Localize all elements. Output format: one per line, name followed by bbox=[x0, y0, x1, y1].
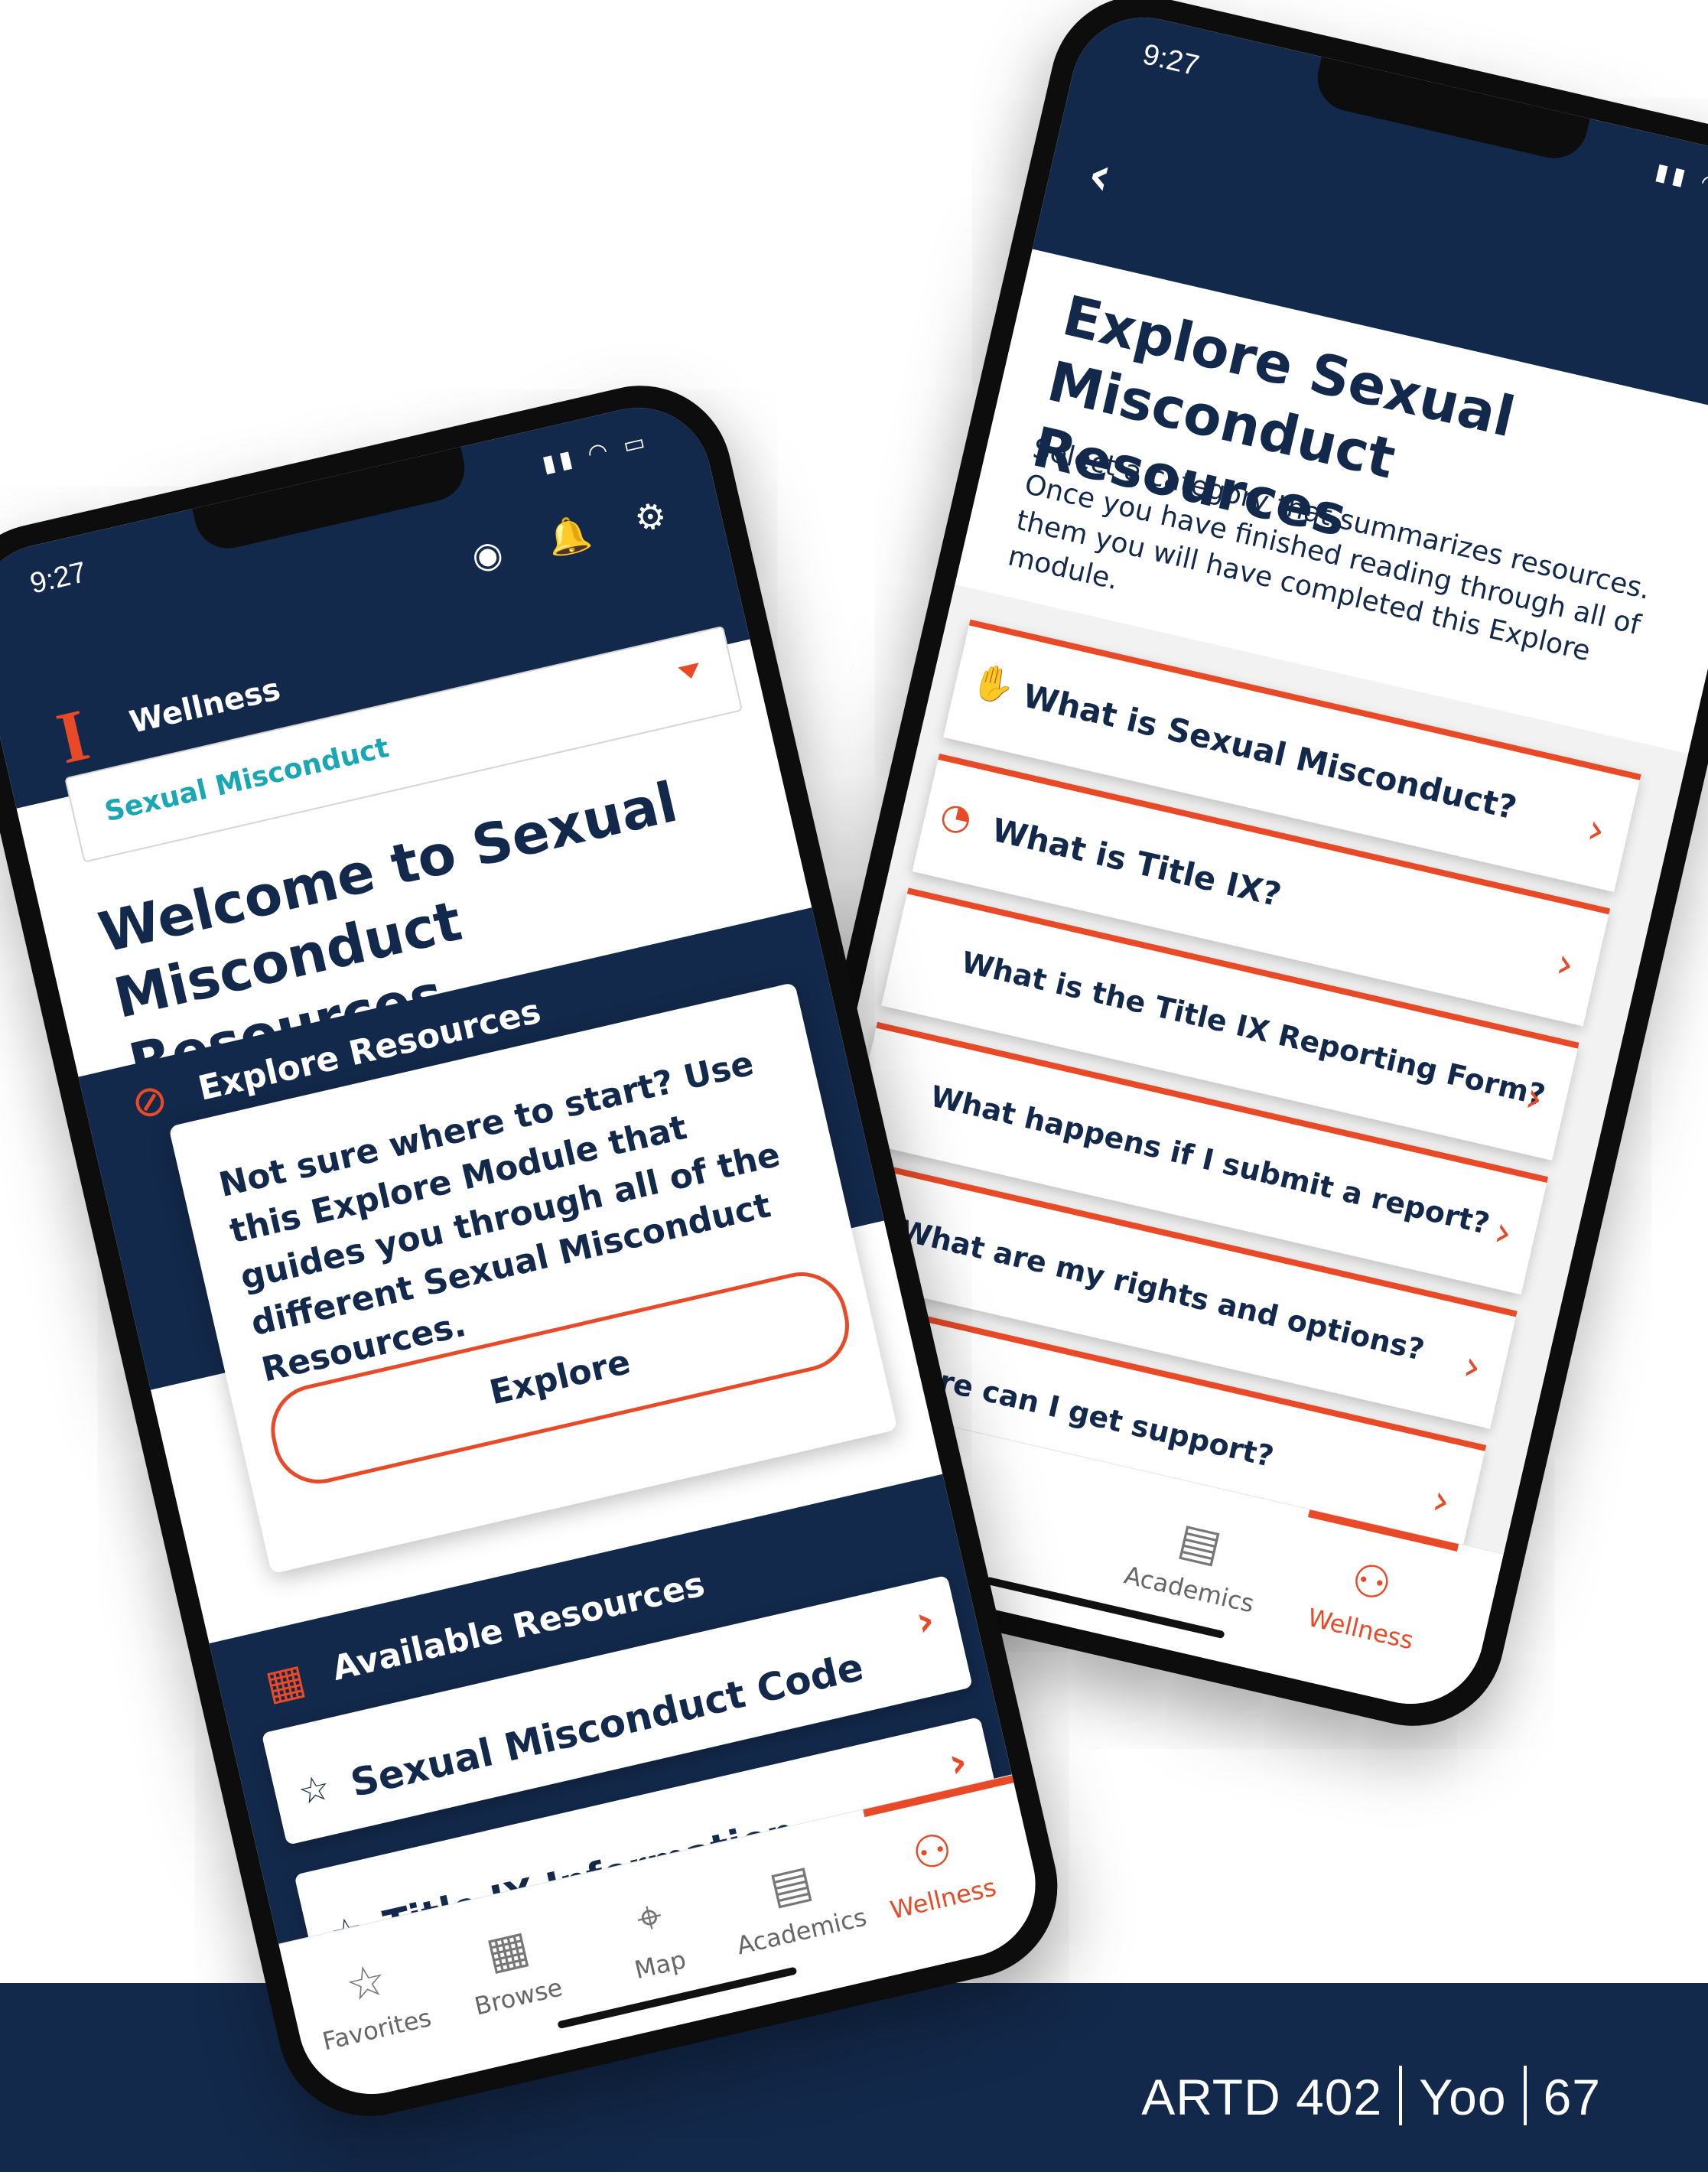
chevron-right-icon: › bbox=[911, 1595, 939, 1646]
header-actions: ◉ 🔔 ⚙ bbox=[433, 493, 670, 587]
tab-academics[interactable]: ▤ Academics bbox=[1119, 1502, 1273, 1620]
chevron-right-icon: › bbox=[1427, 1475, 1456, 1526]
tab-favorites[interactable]: ☆ Favorites bbox=[293, 1942, 447, 2060]
footer-divider bbox=[1399, 2066, 1403, 2125]
footer-author: Yoo bbox=[1419, 2069, 1507, 2125]
footer-course: ARTD 402 bbox=[1141, 2069, 1383, 2125]
footer-divider bbox=[1523, 2066, 1527, 2125]
app-title: Wellness bbox=[126, 671, 284, 741]
status-icons: ▮▮ ◠ ▭ bbox=[539, 427, 652, 479]
bell-icon[interactable]: 🔔 bbox=[542, 511, 594, 562]
clock-icon: ◔ bbox=[936, 793, 976, 840]
hand-icon: ✋ bbox=[968, 658, 1020, 709]
tab-map[interactable]: ⌖ Map bbox=[576, 1876, 730, 1994]
chevron-right-icon: › bbox=[944, 1737, 972, 1788]
chevron-right-icon: › bbox=[1551, 938, 1579, 989]
status-time: 9:27 bbox=[27, 556, 90, 601]
chevron-right-icon: › bbox=[1583, 804, 1610, 855]
map-pin-icon: ⌖ bbox=[631, 1889, 668, 1946]
grid-icon: ▦ bbox=[260, 1654, 310, 1710]
phone-screen: 9:27 ▮▮ ◠ ▭ I Wellness ◉ 🔔 ⚙ Sexual Misc… bbox=[0, 392, 1050, 2109]
tab-wellness[interactable]: ⚇ Wellness bbox=[1290, 1541, 1444, 1659]
tab-label: Map bbox=[631, 1945, 689, 1985]
caret-down-icon bbox=[678, 663, 702, 682]
illinois-logo: I bbox=[49, 692, 96, 780]
footer-credit: ARTD 402 Yoo 67 bbox=[1141, 2066, 1601, 2126]
back-button[interactable]: ‹ bbox=[1082, 142, 1118, 208]
tab-wellness[interactable]: ⚇ Wellness bbox=[860, 1811, 1013, 1929]
chevron-right-icon: › bbox=[1489, 1206, 1518, 1258]
tab-browse[interactable]: ▦ Browse bbox=[434, 1909, 588, 2027]
star-icon[interactable]: ☆ bbox=[294, 1766, 333, 1813]
footer-page-number: 67 bbox=[1543, 2069, 1601, 2125]
profile-icon[interactable]: ◉ bbox=[467, 531, 506, 578]
chevron-right-icon: › bbox=[1459, 1340, 1486, 1392]
compass-icon: ⊘ bbox=[126, 1073, 173, 1130]
tab-academics[interactable]: ▤ Academics bbox=[718, 1844, 872, 1962]
gear-icon[interactable]: ⚙ bbox=[630, 493, 670, 541]
list-item-label: What is Title IX? bbox=[988, 810, 1285, 914]
